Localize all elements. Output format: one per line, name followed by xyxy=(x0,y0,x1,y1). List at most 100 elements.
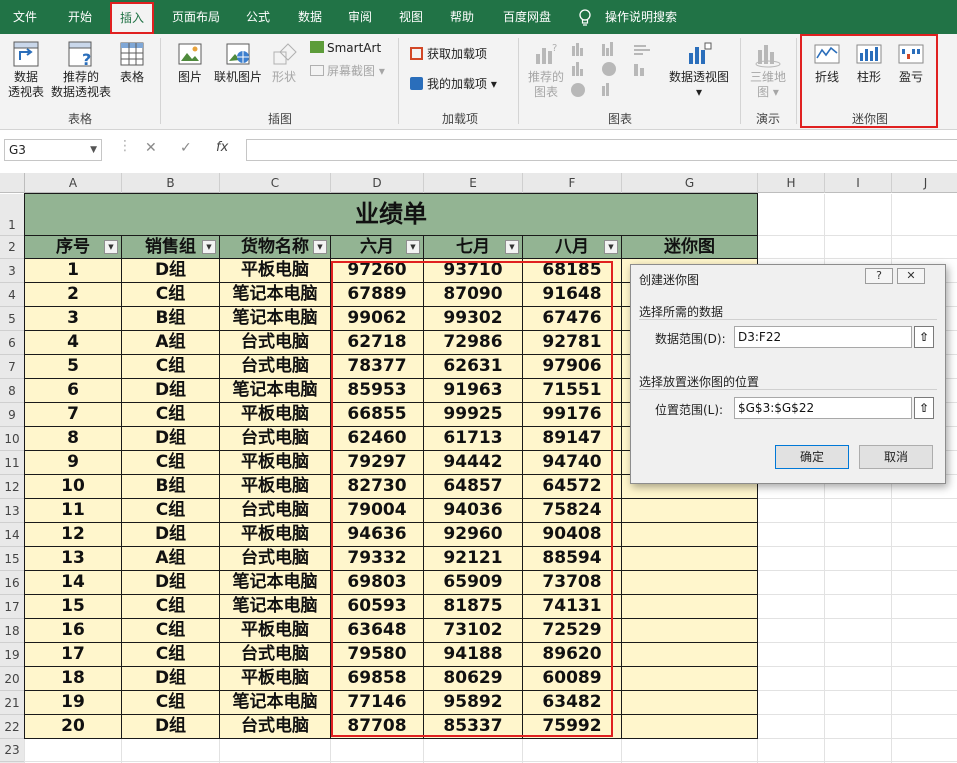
table-cell[interactable]: 14 xyxy=(25,571,122,595)
table-cell[interactable]: D组 xyxy=(122,667,220,691)
tab-data[interactable]: 数据 xyxy=(290,0,330,34)
filter-dropdown-icon[interactable]: ▼ xyxy=(505,240,519,254)
row-header[interactable]: 8 xyxy=(0,379,25,403)
table-cell[interactable]: C组 xyxy=(122,403,220,427)
table-cell[interactable]: 8 xyxy=(25,427,122,451)
column-header-j[interactable]: J xyxy=(892,173,957,193)
table-cell[interactable]: 台式电脑 xyxy=(220,427,331,451)
data-range-collapse-button[interactable]: ⇧ xyxy=(914,326,934,348)
row-header[interactable]: 18 xyxy=(0,619,25,643)
table-cell[interactable]: 笔记本电脑 xyxy=(220,595,331,619)
tab-home[interactable]: 开始 xyxy=(55,0,105,34)
table-cell[interactable]: 台式电脑 xyxy=(220,331,331,355)
filter-dropdown-icon[interactable]: ▼ xyxy=(202,240,216,254)
column-header-g[interactable]: G xyxy=(622,173,758,193)
table-cell[interactable]: C组 xyxy=(122,283,220,307)
row-header[interactable]: 15 xyxy=(0,547,25,571)
table-cell[interactable]: 台式电脑 xyxy=(220,643,331,667)
row-header[interactable]: 12 xyxy=(0,475,25,499)
cancel-button[interactable]: 取消 xyxy=(859,445,933,469)
help-button[interactable]: ? xyxy=(865,268,893,284)
sparkline-cell[interactable] xyxy=(622,547,758,571)
row-header[interactable]: 5 xyxy=(0,307,25,331)
table-cell[interactable]: 平板电脑 xyxy=(220,475,331,499)
cancel-entry-icon[interactable]: ✕ xyxy=(145,140,157,156)
filter-dropdown-icon[interactable]: ▼ xyxy=(604,240,618,254)
shapes-button[interactable]: 形状 xyxy=(266,40,302,85)
smartart-button[interactable]: SmartArt xyxy=(310,38,381,58)
recommended-pivot-button[interactable]: ? 推荐的 数据透视表 xyxy=(50,40,112,100)
table-cell[interactable]: 平板电脑 xyxy=(220,259,331,283)
table-cell[interactable]: D组 xyxy=(122,379,220,403)
3d-map-button[interactable]: 三维地 图 ▾ xyxy=(746,40,790,100)
location-range-collapse-button[interactable]: ⇧ xyxy=(914,397,934,419)
sparkline-cell[interactable] xyxy=(622,667,758,691)
table-cell[interactable]: D组 xyxy=(122,523,220,547)
table-cell[interactable]: 19 xyxy=(25,691,122,715)
tab-formulas[interactable]: 公式 xyxy=(238,0,278,34)
row-header[interactable]: 23 xyxy=(0,739,25,762)
tab-baidu-netdisk[interactable]: 百度网盘 xyxy=(496,0,558,34)
sparkline-cell[interactable] xyxy=(622,595,758,619)
name-box[interactable]: G3 ▼ xyxy=(4,139,102,161)
location-range-input[interactable]: $G$3:$G$22 xyxy=(734,397,912,419)
row-header[interactable]: 10 xyxy=(0,427,25,451)
table-cell[interactable]: C组 xyxy=(122,355,220,379)
table-cell[interactable]: 笔记本电脑 xyxy=(220,307,331,331)
table-cell[interactable]: 笔记本电脑 xyxy=(220,691,331,715)
sparkline-cell[interactable] xyxy=(622,643,758,667)
column-header-c[interactable]: C xyxy=(220,173,331,193)
table-cell[interactable]: D组 xyxy=(122,715,220,739)
table-cell[interactable]: 13 xyxy=(25,547,122,571)
sparkline-cell[interactable] xyxy=(622,619,758,643)
table-cell[interactable]: 12 xyxy=(25,523,122,547)
row-header[interactable]: 2 xyxy=(0,236,25,259)
table-cell[interactable]: D组 xyxy=(122,259,220,283)
table-cell[interactable]: A组 xyxy=(122,331,220,355)
row-header[interactable]: 6 xyxy=(0,331,25,355)
row-header[interactable]: 19 xyxy=(0,643,25,667)
pivot-table-button[interactable]: 数据 透视表 xyxy=(4,40,48,100)
tell-me-search[interactable]: 操作说明搜索 xyxy=(600,0,682,34)
table-cell[interactable]: 1 xyxy=(25,259,122,283)
table-cell[interactable]: 台式电脑 xyxy=(220,547,331,571)
row-header[interactable]: 14 xyxy=(0,523,25,547)
column-header-e[interactable]: E xyxy=(424,173,523,193)
table-cell[interactable]: C组 xyxy=(122,691,220,715)
column-header-b[interactable]: B xyxy=(122,173,220,193)
table-cell[interactable]: C组 xyxy=(122,619,220,643)
table-cell[interactable]: 15 xyxy=(25,595,122,619)
online-picture-button[interactable]: 联机图片 xyxy=(212,40,264,85)
table-cell[interactable]: 台式电脑 xyxy=(220,355,331,379)
row-header[interactable]: 4 xyxy=(0,283,25,307)
filter-dropdown-icon[interactable]: ▼ xyxy=(406,240,420,254)
table-cell[interactable]: A组 xyxy=(122,547,220,571)
pivot-chart-button[interactable]: 数据透视图 ▾ xyxy=(666,40,732,100)
row-header[interactable]: 16 xyxy=(0,571,25,595)
row-header[interactable]: 13 xyxy=(0,499,25,523)
close-button[interactable]: ✕ xyxy=(897,268,925,284)
row-header[interactable]: 20 xyxy=(0,667,25,691)
data-range-input[interactable]: D3:F22 xyxy=(734,326,912,348)
picture-button[interactable]: 图片 xyxy=(170,40,210,85)
formula-input[interactable] xyxy=(246,139,957,161)
table-cell[interactable]: B组 xyxy=(122,307,220,331)
table-cell[interactable]: 笔记本电脑 xyxy=(220,379,331,403)
table-cell[interactable]: C组 xyxy=(122,499,220,523)
my-addins-button[interactable]: 我的加载项 ▾ xyxy=(410,74,497,94)
table-cell[interactable]: 18 xyxy=(25,667,122,691)
tab-view[interactable]: 视图 xyxy=(391,0,431,34)
table-cell[interactable]: 5 xyxy=(25,355,122,379)
ok-button[interactable]: 确定 xyxy=(775,445,849,469)
column-header-h[interactable]: H xyxy=(758,173,825,193)
recommended-charts-button[interactable]: ? 推荐的 图表 xyxy=(526,40,566,100)
tab-help[interactable]: 帮助 xyxy=(442,0,482,34)
table-cell[interactable]: 7 xyxy=(25,403,122,427)
column-header-i[interactable]: I xyxy=(825,173,892,193)
table-cell[interactable]: 平板电脑 xyxy=(220,403,331,427)
sparkline-cell[interactable] xyxy=(622,715,758,739)
filter-dropdown-icon[interactable]: ▼ xyxy=(313,240,327,254)
sparkline-cell[interactable] xyxy=(622,571,758,595)
chevron-down-icon[interactable]: ▼ xyxy=(90,140,97,160)
table-cell[interactable]: 笔记本电脑 xyxy=(220,283,331,307)
